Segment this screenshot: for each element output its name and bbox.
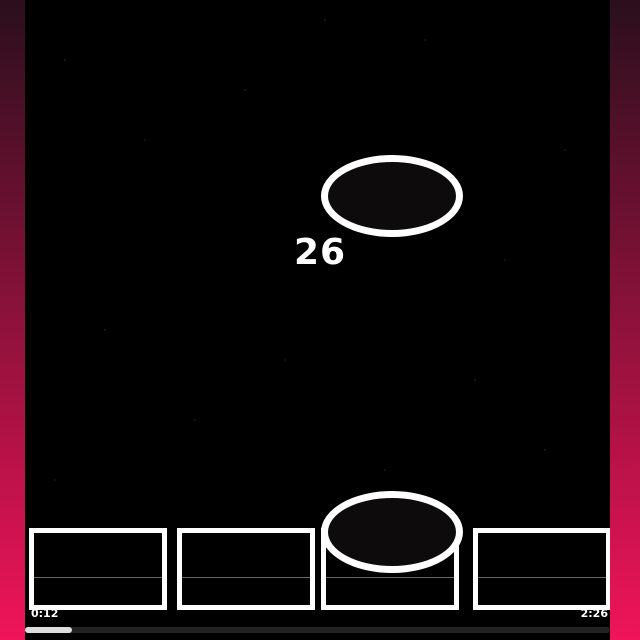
right-gradient-border (610, 0, 640, 640)
progress-bar[interactable] (25, 627, 610, 633)
total-time-label: 2:26 (580, 607, 608, 620)
lane-divider (182, 577, 310, 578)
progress-fill (25, 627, 72, 633)
game-stage[interactable]: 26 0:12 2:26 (25, 0, 610, 640)
lane-1-pad[interactable] (29, 528, 167, 610)
score-counter: 26 (293, 232, 347, 273)
hit-note-disc (321, 491, 463, 573)
current-time-label: 0:12 (31, 607, 59, 620)
lane-divider (34, 577, 162, 578)
lane-2-pad[interactable] (177, 528, 315, 610)
lane-divider (478, 577, 606, 578)
lane-divider (326, 577, 454, 578)
left-gradient-border (0, 0, 25, 640)
lane-4-pad[interactable] (473, 528, 610, 610)
falling-note-disc (321, 155, 463, 237)
lane-row (29, 528, 610, 610)
